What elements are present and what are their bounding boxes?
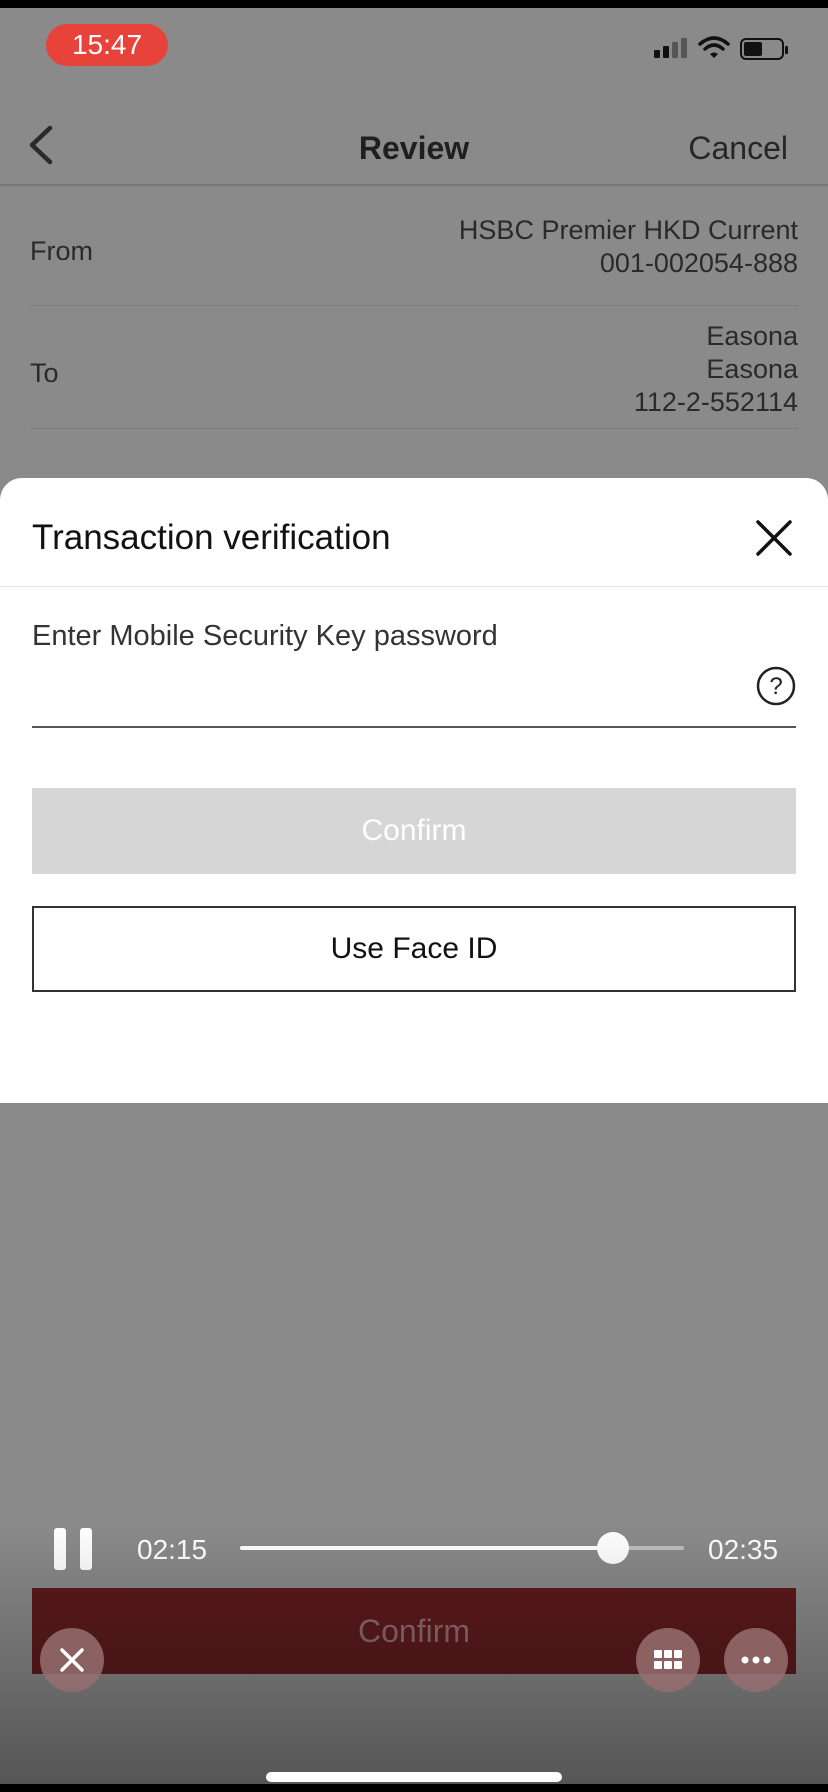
cellular-signal-icon <box>654 38 687 58</box>
divider <box>0 184 828 186</box>
pause-button[interactable] <box>54 1528 92 1570</box>
to-account-number: 112-2-552114 <box>633 387 798 417</box>
sheet-title: Transaction verification <box>32 518 391 557</box>
battery-icon <box>740 38 788 60</box>
divider <box>30 428 798 429</box>
scrubber-progress <box>240 1546 613 1550</box>
from-account-name: HSBC Premier HKD Current <box>458 215 798 245</box>
to-name-line1: Easona <box>706 321 798 351</box>
grid-icon <box>654 1650 682 1669</box>
to-name-line2: Easona <box>706 354 798 384</box>
to-label: To <box>30 358 59 388</box>
password-field-label: Enter Mobile Security Key password <box>32 620 498 652</box>
svg-text:?: ? <box>769 673 782 700</box>
cancel-button[interactable]: Cancel <box>688 130 788 167</box>
transaction-verification-sheet: Transaction verification Enter Mobile Se… <box>0 478 828 1103</box>
close-icon <box>60 1648 84 1672</box>
from-account: HSBC Premier HKD Current 001-002054-888 <box>459 214 798 280</box>
grid-button[interactable] <box>636 1628 700 1692</box>
close-icon <box>756 520 792 556</box>
password-underline <box>32 726 796 728</box>
divider <box>30 305 798 306</box>
home-indicator[interactable] <box>266 1772 562 1782</box>
from-label: From <box>30 236 93 266</box>
more-button[interactable] <box>724 1628 788 1692</box>
screen: 15:47 Review Cancel From HSBC Premier HK… <box>0 8 828 1784</box>
use-face-id-button[interactable]: Use Face ID <box>32 906 796 992</box>
question-circle-icon[interactable]: ? <box>756 666 796 706</box>
close-button[interactable] <box>752 516 796 560</box>
pause-icon <box>54 1528 66 1570</box>
scrubber-knob[interactable] <box>596 1532 629 1564</box>
divider <box>0 586 828 587</box>
video-scrubber[interactable] <box>240 1532 684 1564</box>
status-time: 15:47 <box>46 24 168 66</box>
wifi-icon <box>698 36 730 58</box>
current-time: 02:15 <box>137 1534 208 1565</box>
confirm-button[interactable]: Confirm <box>32 788 796 874</box>
from-account-number: 001-002054-888 <box>599 248 798 278</box>
password-input[interactable] <box>32 668 726 716</box>
to-account: Easona Easona 112-2-552114 <box>634 320 798 419</box>
more-icon <box>741 1656 771 1664</box>
close-video-button[interactable] <box>40 1628 104 1692</box>
total-time: 02:35 <box>708 1534 779 1565</box>
